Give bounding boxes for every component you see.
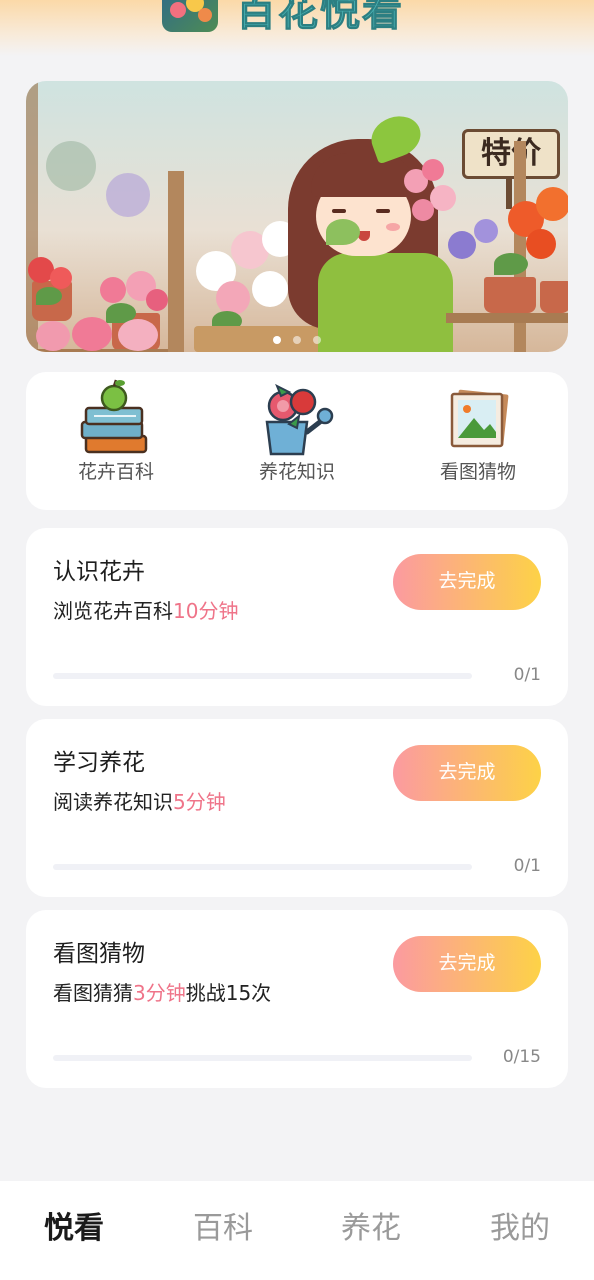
carousel-dot[interactable] xyxy=(273,336,281,344)
task-progress-bar xyxy=(53,1055,472,1061)
complete-task-button[interactable]: 去完成 xyxy=(393,554,541,610)
task-duration-highlight: 3分钟 xyxy=(133,981,186,1005)
task-title: 学习养花 xyxy=(53,750,145,776)
category-flower-care[interactable]: 养花知识 xyxy=(207,372,387,510)
picture-frame-icon xyxy=(450,389,509,448)
task-description: 阅读养花知识5分钟 xyxy=(53,790,226,814)
tab-baike[interactable]: 百科 xyxy=(149,1209,297,1249)
task-duration-highlight: 5分钟 xyxy=(173,790,226,814)
bottom-tab-bar: 悦看 百科 养花 我的 xyxy=(0,1181,594,1280)
category-flower-encyclopedia[interactable]: 花卉百科 xyxy=(26,372,206,510)
task-title: 看图猜物 xyxy=(53,941,145,967)
app-title: 百花悦看 xyxy=(236,0,404,36)
app-header: 百花悦看 xyxy=(0,0,594,56)
task-card-learn-care: 学习养花 阅读养花知识5分钟 去完成 0/1 xyxy=(26,719,568,897)
book-stack-apple-icon xyxy=(80,379,148,454)
carousel-dot[interactable] xyxy=(313,336,321,344)
task-progress-count: 0/1 xyxy=(513,856,541,876)
category-label: 养花知识 xyxy=(258,461,335,483)
promo-banner[interactable]: 特价 xyxy=(26,81,568,352)
flower-app-logo-icon xyxy=(162,0,218,32)
task-card-know-flowers: 认识花卉 浏览花卉百科10分钟 去完成 0/1 xyxy=(26,528,568,706)
task-duration-highlight: 10分钟 xyxy=(173,599,239,623)
carousel-indicator xyxy=(26,329,568,348)
sale-sign: 特价 xyxy=(462,129,560,179)
task-progress-bar xyxy=(53,673,472,679)
complete-task-button[interactable]: 去完成 xyxy=(393,936,541,992)
category-picture-guess[interactable]: 看图猜物 xyxy=(388,372,568,510)
category-label: 花卉百科 xyxy=(77,461,154,483)
carousel-dot[interactable] xyxy=(293,336,301,344)
tab-yanghua[interactable]: 养花 xyxy=(297,1209,445,1249)
task-progress-count: 0/15 xyxy=(502,1047,541,1067)
task-progress-count: 0/1 xyxy=(513,665,541,685)
category-card: 花卉百科 养花知识 看图猜物 xyxy=(26,372,568,510)
tab-mine[interactable]: 我的 xyxy=(446,1209,594,1249)
task-title: 认识花卉 xyxy=(53,559,145,585)
tab-yuekan[interactable]: 悦看 xyxy=(0,1209,148,1249)
category-label: 看图猜物 xyxy=(439,461,516,483)
task-description: 浏览花卉百科10分钟 xyxy=(53,599,239,623)
task-progress-bar xyxy=(53,864,472,870)
complete-task-button[interactable]: 去完成 xyxy=(393,745,541,801)
rose-watering-can-icon xyxy=(265,383,334,456)
task-description: 看图猜猜3分钟挑战15次 xyxy=(53,981,272,1005)
task-card-guess-picture: 看图猜物 看图猜猜3分钟挑战15次 去完成 0/15 xyxy=(26,910,568,1088)
